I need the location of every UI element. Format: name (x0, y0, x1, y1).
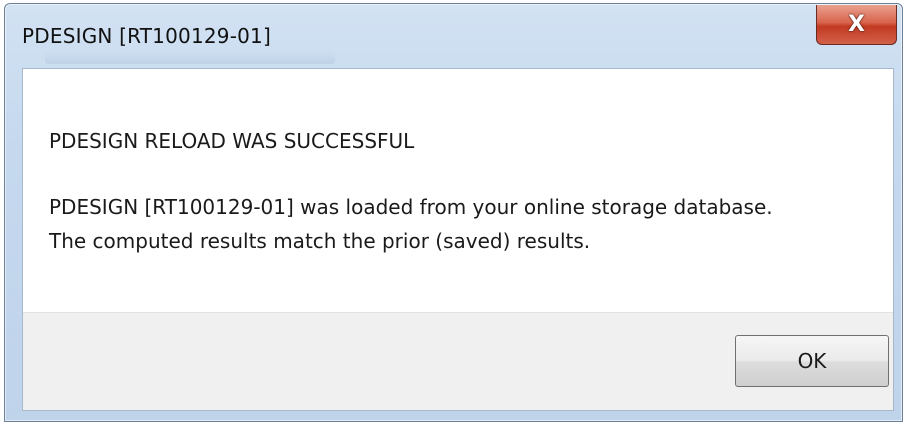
ok-button[interactable]: OK (735, 335, 889, 387)
message-heading: PDESIGN RELOAD WAS SUCCESSFUL (49, 129, 415, 153)
close-button[interactable]: X (816, 5, 897, 45)
message-line-2: The computed results match the prior (sa… (49, 229, 591, 253)
message-area: PDESIGN RELOAD WAS SUCCESSFUL PDESIGN [R… (23, 69, 893, 312)
background-window-ghost (45, 50, 335, 64)
message-line-1: PDESIGN [RT100129-01] was loaded from yo… (49, 195, 773, 219)
title-bar[interactable]: PDESIGN [RT100129-01] X (5, 4, 902, 68)
button-bar: OK (23, 312, 893, 410)
dialog-body: PDESIGN RELOAD WAS SUCCESSFUL PDESIGN [R… (22, 68, 894, 411)
window-title: PDESIGN [RT100129-01] (22, 24, 271, 48)
message-dialog: PDESIGN [RT100129-01] X PDESIGN RELOAD W… (4, 3, 903, 422)
close-icon: X (848, 11, 865, 37)
